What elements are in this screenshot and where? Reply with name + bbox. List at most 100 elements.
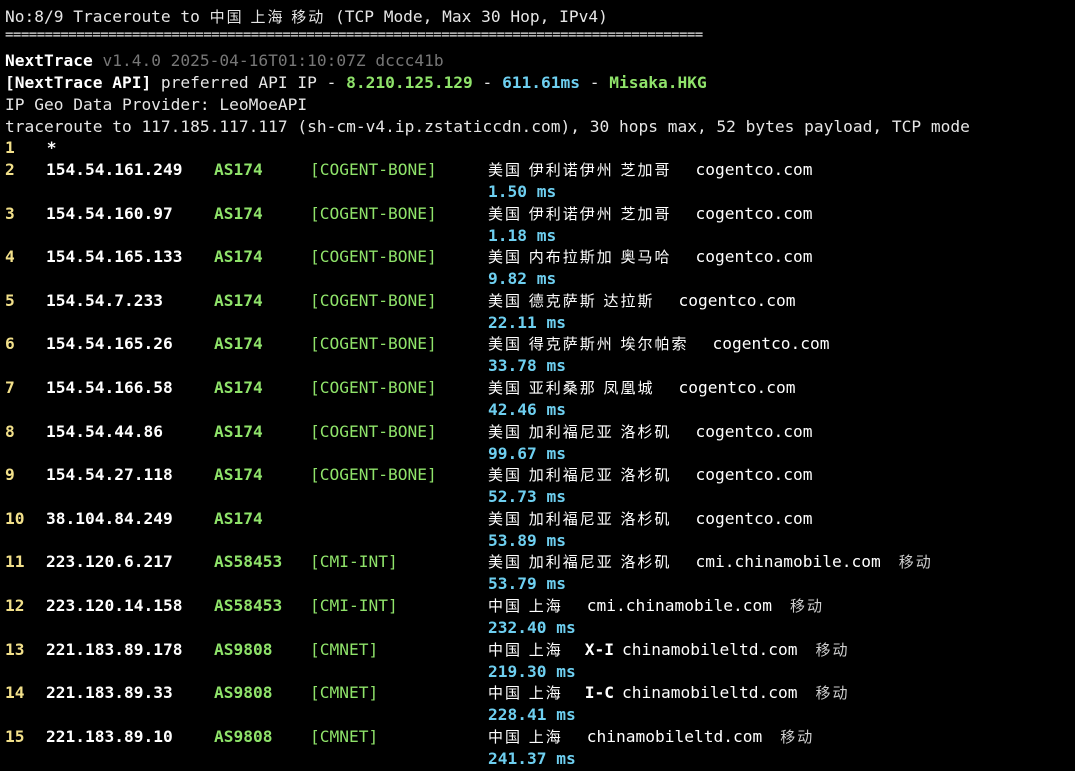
hop-rtt: 9.82 ms [488,269,557,289]
hop-rtt: 1.18 ms [488,225,557,245]
hop-rdns: cogentco.com [712,334,830,354]
version-info: v1.4.0 2025-04-16T01:10:07Z dccc41b [92,51,444,70]
hop-ip: 221.183.89.178 [46,639,183,659]
hop-geo: 美国 伊利诺伊州 芝加哥 [488,161,672,179]
hop-network-tag: [COGENT-BONE] [310,421,437,441]
hop-rdns: cogentco.com [695,465,813,485]
hop-network-tag: [COGENT-BONE] [310,465,437,485]
hop-number: 15 [5,726,25,746]
hop-number: 1 [5,138,15,157]
version-line: NextTrace v1.4.0 2025-04-16T01:10:07Z dc… [5,50,444,72]
hop-rdns: cmi.chinamobile.com [695,552,881,572]
hop-network-tag: [COGENT-BONE] [310,203,437,223]
hop-location-line: 中国 上海 chinamobileltd.com 移动 [488,726,814,748]
hop-number: 12 [5,596,25,615]
hop-number: 9 [5,465,15,485]
hop-location-line: 美国 亚利桑那 凤凰城 cogentco.com [488,377,796,399]
hop-rtt: 53.79 ms [488,574,566,594]
hop-location-line: 中国 上海 I-C chinamobileltd.com 移动 [488,682,849,704]
hop-geo: 美国 加利福尼亚 洛杉矶 [488,466,672,485]
api-label: [NextTrace API] [5,73,152,92]
hop-router-code: I-C [584,683,615,703]
hop-network-tag: [CMNET] [310,726,379,746]
api-latency: 611.61ms [502,73,581,92]
hop-asn: AS174 [214,160,263,179]
hop-network-tag: [COGENT-BONE] [310,160,437,179]
hop-location-line: 美国 伊利诺伊州 芝加哥 cogentco.com [488,159,813,181]
traceroute-line: traceroute to 117.185.117.117 (sh-cm-v4.… [5,117,970,136]
title-line: No:8/9 Traceroute to 中国 上海 移动 (TCP Mode,… [5,6,608,28]
hop-rtt: 53.89 ms [488,530,566,550]
hop-geo: 中国 上海 [488,597,563,615]
hop-location-line: 美国 加利福尼亚 洛杉矶 cogentco.com [488,421,813,443]
hop-geo: 美国 内布拉斯加 奥马哈 [488,248,672,267]
hop-rtt: 42.46 ms [488,400,566,419]
hop-number: 10 [5,508,25,528]
hop-rtt: 99.67 ms [488,443,566,463]
hop-ip: 154.54.161.249 [46,160,183,179]
api-ip: 8.210.125.129 [346,73,473,92]
hop-number: 7 [5,378,15,397]
hop-ip: 154.54.160.97 [46,203,173,223]
hop-rdns: cogentco.com [695,203,813,223]
hop-rdns: cogentco.com [678,290,796,310]
hop-location-line: 中国 上海 cmi.chinamobile.com 移动 [488,595,824,617]
hop-location-line: 中国 上海 X-I chinamobileltd.com 移动 [488,639,849,661]
hop-location-line: 美国 加利福尼亚 洛杉矶 cogentco.com [488,464,813,486]
hop-rdns: cogentco.com [678,378,796,397]
hop-ip: 154.54.7.233 [46,290,163,310]
hop-rdns: cogentco.com [695,508,813,528]
hop-rtt: 52.73 ms [488,487,566,507]
hop-number: 11 [5,552,25,572]
title-suffix: (TCP Mode, Max 30 Hop, IPv4) [325,7,608,26]
hop-number: 13 [5,639,25,659]
hop-geo: 美国 加利福尼亚 洛杉矶 [488,553,672,572]
hop-network-tag: [COGENT-BONE] [310,247,437,267]
hop-asn: AS9808 [214,726,273,746]
hop-network-tag: [COGENT-BONE] [310,334,437,354]
hop-number: 2 [5,160,15,179]
hop-asn: AS58453 [214,552,283,572]
hop-isp: 移动 [815,640,850,659]
hop-ip: 154.54.165.26 [46,334,173,354]
hop-geo: 中国 上海 [488,684,563,703]
title-destination: 中国 上海 移动 [209,8,326,26]
hop-asn: AS58453 [214,596,283,615]
hop-rdns: chinamobileltd.com [622,683,798,703]
hop-asn: AS174 [214,378,263,397]
hop-rdns: cmi.chinamobile.com [586,596,772,615]
hop-asn: AS9808 [214,639,273,659]
hop-asn: AS174 [214,421,263,441]
hop-number: 14 [5,683,25,703]
hop-ip: 154.54.27.118 [46,465,173,485]
hop-rdns: chinamobileltd.com [622,639,798,659]
hop-geo: 中国 上海 [488,727,563,746]
hop-ip: 223.120.14.158 [46,596,183,615]
api-line: [NextTrace API] preferred API IP - 8.210… [5,72,707,94]
hop-asn: AS174 [214,203,263,223]
app-name: NextTrace [5,51,93,70]
hop-geo: 美国 亚利桑那 凤凰城 [488,379,655,397]
hop-asn: AS174 [214,465,263,485]
hop-asn: AS9808 [214,683,273,703]
hop-rdns: cogentco.com [695,247,813,267]
api-text: preferred API IP - [151,73,347,92]
hop-ip: 221.183.89.33 [46,683,173,703]
hop-rtt: 232.40 ms [488,618,576,637]
hop-network-tag: [CMNET] [310,683,379,703]
hop-network-tag: [COGENT-BONE] [310,290,437,310]
hop-ip: 154.54.44.86 [46,421,163,441]
hop-rtt: 228.41 ms [488,705,576,725]
api-dash-1: - [472,73,503,92]
hop-location-line: 美国 加利福尼亚 洛杉矶 cogentco.com [488,508,813,530]
hop-ip: 223.120.6.217 [46,552,173,572]
hop-number: 8 [5,421,15,441]
hop-rtt: 22.11 ms [488,312,566,332]
hop-rtt: 219.30 ms [488,661,576,681]
hop-number: 4 [5,247,15,267]
hop-rdns: cogentco.com [695,421,813,441]
hop-isp: 移动 [780,727,815,746]
hop-row-1: 1 * [5,137,57,159]
hop-rdns: chinamobileltd.com [586,726,763,746]
api-node: Misaka.HKG [609,73,707,92]
